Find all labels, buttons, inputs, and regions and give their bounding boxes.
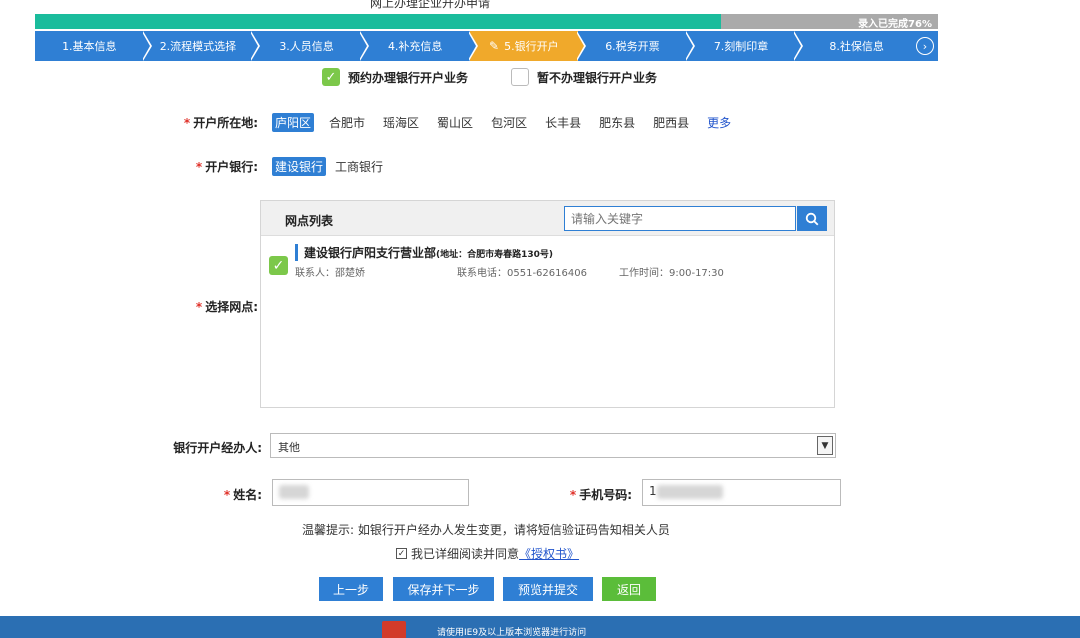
- prev-button[interactable]: 上一步: [319, 577, 383, 601]
- footer-text: 请使用IE9及以上版本浏览器进行访问: [437, 628, 587, 638]
- outlet-hours: 工作时间：9:00-17:30: [619, 268, 724, 279]
- location-option[interactable]: 长丰县: [542, 113, 584, 132]
- location-option[interactable]: 肥西县: [650, 113, 692, 132]
- checkbox-checked-icon[interactable]: ✓: [322, 68, 340, 86]
- step-label: 4.补充信息: [387, 40, 443, 53]
- checkbox-unchecked-icon[interactable]: [511, 68, 529, 86]
- bank-options: 建设银行 工商银行: [272, 157, 398, 176]
- page-header: 网上办理企业开办申请: [0, 0, 1080, 12]
- checkbox-checked-icon[interactable]: ✓: [269, 256, 288, 275]
- outlet-search-input[interactable]: [564, 206, 796, 231]
- chevron-right-icon[interactable]: ›: [916, 37, 934, 55]
- progress-text: 录入已完成76%: [858, 19, 932, 30]
- step-label: 3.人员信息: [279, 40, 334, 53]
- location-option[interactable]: 合肥市: [326, 113, 368, 132]
- location-label: * 开户所在地:: [160, 114, 258, 131]
- location-options: 庐阳区 合肥市 瑶海区 蜀山区 包河区 长丰县 肥东县 肥西县 更多: [272, 113, 746, 132]
- location-label-text: 开户所在地:: [193, 116, 258, 130]
- step-process-mode[interactable]: 2.流程模式选择: [144, 31, 261, 61]
- phone-label-text: 手机号码:: [579, 488, 632, 502]
- skip-bank-option[interactable]: 暂不办理银行开户业务: [511, 68, 657, 86]
- handler-label: 银行开户经办人:: [173, 441, 262, 455]
- required-mark: *: [569, 488, 577, 502]
- location-option[interactable]: 庐阳区: [272, 113, 315, 132]
- bank-option[interactable]: 工商银行: [332, 157, 386, 176]
- chevron-down-icon[interactable]: ▼: [817, 436, 833, 455]
- agree-text: 我已详细阅读并同意: [411, 547, 520, 561]
- page-title: 网上办理企业开办申请: [370, 0, 491, 10]
- step-label: 6.税务开票: [605, 40, 660, 53]
- bank-option[interactable]: 建设银行: [272, 157, 327, 176]
- outlet-panel-title: 网点列表: [285, 214, 334, 228]
- outlet-label-text: 选择网点:: [205, 300, 258, 314]
- step-label: 8.社保信息: [829, 40, 884, 53]
- name-input[interactable]: [272, 479, 469, 506]
- redacted-name: [279, 485, 309, 499]
- location-option[interactable]: 包河区: [488, 113, 530, 132]
- outlet-address: (地址：合肥市寿春路130号): [436, 250, 554, 260]
- required-mark: *: [183, 116, 191, 130]
- step-personnel[interactable]: 3.人员信息: [252, 31, 369, 61]
- phone-input-value: 1: [649, 484, 657, 498]
- step-tax-invoice[interactable]: 6.税务开票: [578, 31, 695, 61]
- step-label: 7.刻制印章: [713, 40, 769, 53]
- skip-bank-label: 暂不办理银行开户业务: [537, 70, 658, 85]
- handler-select-value: 其他: [278, 441, 300, 454]
- search-button[interactable]: [797, 206, 827, 231]
- step-label: 5.银行开户: [504, 40, 559, 53]
- preview-submit-button[interactable]: 预览并提交: [503, 577, 593, 601]
- required-mark: *: [223, 488, 231, 502]
- step-basic-info[interactable]: 1.基本信息: [35, 31, 152, 61]
- book-bank-option[interactable]: ✓ 预约办理银行开户业务: [322, 68, 468, 86]
- bank-label: * 开户银行:: [160, 158, 258, 175]
- handler-select[interactable]: 其他 ▼: [270, 433, 836, 458]
- phone-label: * 手机号码:: [540, 486, 632, 503]
- progress-bar: 录入已完成76%: [35, 14, 938, 30]
- save-next-button[interactable]: 保存并下一步: [393, 577, 494, 601]
- warm-hint: 温馨提示: 如银行开户经办人发生变更，请将短信验证码告知相关人员: [302, 523, 670, 537]
- book-bank-label: 预约办理银行开户业务: [348, 70, 469, 85]
- outlet-name: 建设银行庐阳支行营业部(地址：合肥市寿春路130号): [295, 244, 553, 261]
- step-social-insurance[interactable]: 8.社保信息 ›: [795, 31, 938, 61]
- redacted-phone: [657, 485, 723, 499]
- pencil-icon: ✎: [489, 39, 500, 53]
- required-mark: *: [195, 160, 203, 174]
- outlet-contact: 联系人：邵楚娇: [295, 268, 365, 279]
- step-supplement[interactable]: 4.补充信息: [361, 31, 478, 61]
- agree-row: ✓ 我已详细阅读并同意 《授权书》: [396, 545, 579, 562]
- location-option[interactable]: 肥东县: [596, 113, 638, 132]
- outlet-panel: 网点列表 ✓ 建设银行庐阳支行营业部(地址：合肥市寿春路130号) 联系人：邵楚…: [260, 200, 835, 408]
- bank-label-text: 开户银行:: [205, 160, 258, 174]
- name-label-text: 姓名:: [233, 488, 262, 502]
- location-option[interactable]: 蜀山区: [434, 113, 476, 132]
- step-nav: 1.基本信息 2.流程模式选择 3.人员信息 4.补充信息 ✎ 5.银行开户 6…: [35, 31, 938, 61]
- search-icon: [805, 212, 819, 225]
- agree-checkbox[interactable]: ✓: [396, 548, 407, 559]
- back-button[interactable]: 返回: [602, 577, 656, 601]
- outlet-item[interactable]: ✓ 建设银行庐阳支行营业部(地址：合肥市寿春路130号) 联系人：邵楚娇 联系电…: [261, 236, 834, 279]
- name-label: * 姓名:: [170, 486, 262, 503]
- outlet-panel-header: 网点列表: [261, 201, 834, 236]
- step-label: 2.流程模式选择: [159, 40, 237, 53]
- authorization-link[interactable]: 《授权书》: [519, 545, 579, 562]
- phone-input[interactable]: 1: [642, 479, 841, 506]
- location-more-link[interactable]: 更多: [704, 113, 734, 132]
- emblem-icon: [382, 621, 406, 638]
- footer: 请使用IE9及以上版本浏览器进行访问: [0, 616, 1080, 638]
- outlet-phone: 联系电话：0551-62616406: [457, 268, 587, 279]
- progress-fill: [35, 14, 722, 29]
- step-label: 1.基本信息: [62, 40, 117, 53]
- location-option[interactable]: 瑶海区: [380, 113, 422, 132]
- step-seal[interactable]: 7.刻制印章: [687, 31, 804, 61]
- step-bank-account[interactable]: ✎ 5.银行开户: [469, 31, 587, 61]
- outlet-label: * 选择网点:: [160, 298, 258, 315]
- required-mark: *: [195, 300, 203, 314]
- outlet-name-text: 建设银行庐阳支行营业部: [304, 246, 437, 260]
